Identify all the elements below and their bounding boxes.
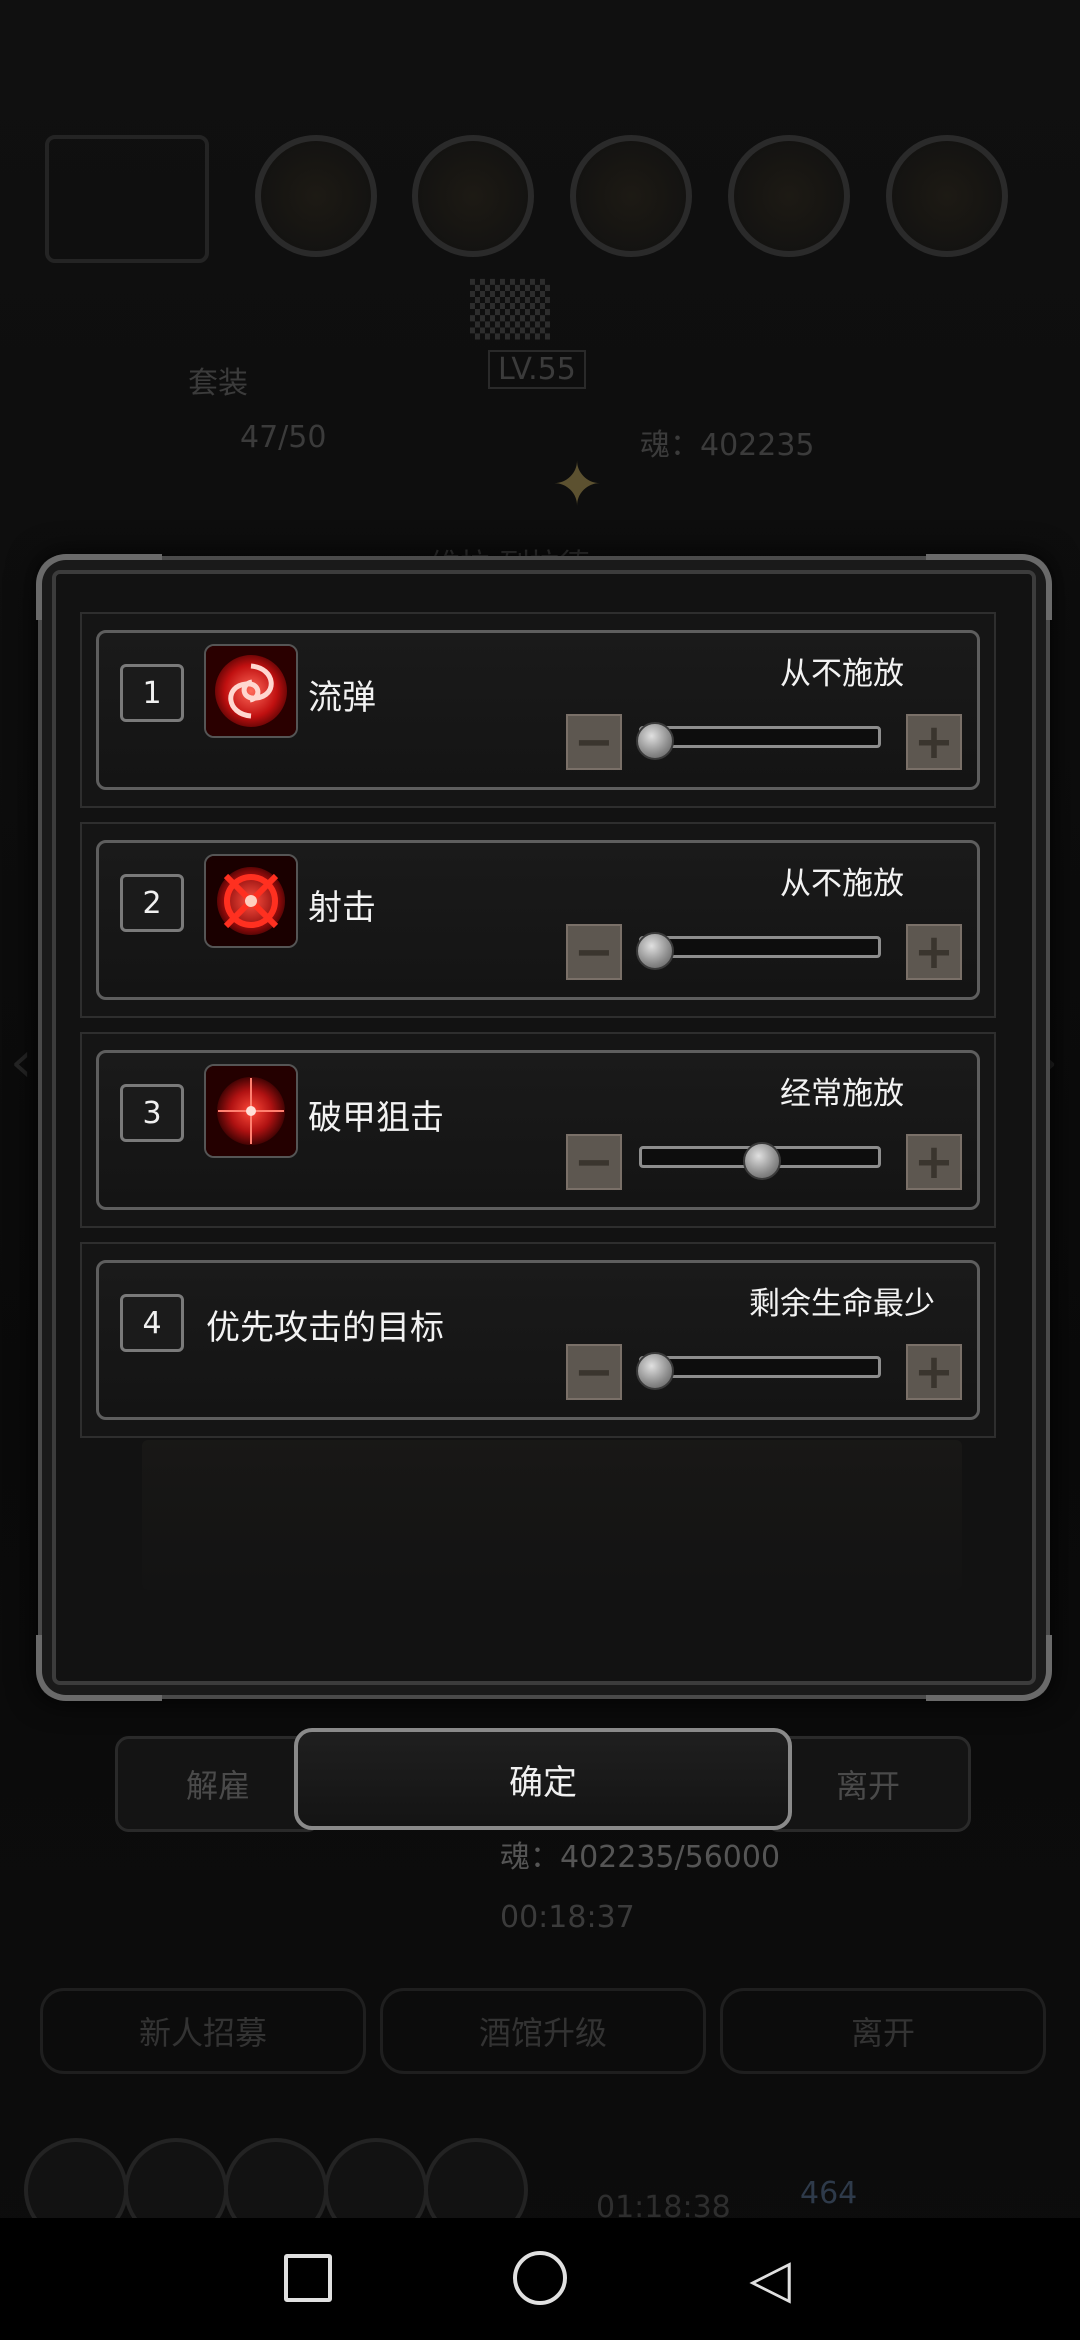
skill-index: 4 (120, 1294, 184, 1352)
bg-soul-line: 魂：402235/56000 (500, 1840, 781, 1875)
frame-corner (36, 1635, 162, 1701)
slider-thumb[interactable] (636, 722, 674, 760)
dismiss-button: 解雇 (115, 1736, 321, 1832)
frame-corner (926, 554, 1052, 620)
equipment-slot-icon (570, 135, 692, 257)
target-priority-row: 4 优先攻击的目标 剩余生命最少 − + (80, 1242, 996, 1438)
decrease-button[interactable]: − (566, 1344, 622, 1400)
target-priority-label: 优先攻击的目标 (206, 1308, 444, 1348)
back-triangle-icon: ◁ (749, 2246, 791, 2310)
skill-row: 3 破甲狙击 经常施放 − + (80, 1032, 996, 1228)
equipment-slot-icon (412, 135, 534, 257)
skill-row: 2 射击 从不施放 − + (80, 822, 996, 1018)
equipment-slot-icon (255, 135, 377, 257)
home-button[interactable] (510, 2248, 570, 2308)
emblem-icon: ✦ (551, 450, 603, 520)
decrease-button[interactable]: − (566, 1134, 622, 1190)
frequency-label: 从不施放 (780, 866, 904, 902)
portrait-frame (45, 135, 209, 263)
left-arrow-icon: ‹ (10, 1030, 33, 1095)
equipment-slot-icon (728, 135, 850, 257)
decrease-button[interactable]: − (566, 714, 622, 770)
swirl-skill-icon (204, 644, 298, 738)
square-icon (284, 2254, 332, 2302)
slider-thumb[interactable] (636, 932, 674, 970)
leave-button: 离开 (765, 1736, 971, 1832)
confirm-label: 确定 (509, 1762, 577, 1803)
empty-panel (142, 1440, 962, 1590)
frequency-label: 经常施放 (780, 1076, 904, 1112)
bg-gem-count: 464 (800, 2176, 858, 2211)
frame-corner (926, 1635, 1052, 1701)
bg-title: ▒▒ (470, 280, 550, 340)
crosshair-skill-icon (204, 854, 298, 948)
frequency-label: 从不施放 (780, 656, 904, 692)
target-skill-icon (204, 1064, 298, 1158)
circle-icon (513, 2251, 567, 2305)
bg-level: LV.55 (488, 350, 586, 389)
frequency-slider[interactable] (639, 726, 881, 748)
equipment-slot-icon (886, 135, 1008, 257)
frequency-slider[interactable] (639, 936, 881, 958)
decrease-button[interactable]: − (566, 924, 622, 980)
skill-row: 1 流弹 从不施放 − + (80, 612, 996, 808)
bg-tab-recruit: 新人招募 (40, 1988, 366, 2074)
confirm-button[interactable]: 确定 (294, 1728, 792, 1830)
system-nav-bar: ◁ (0, 2218, 1080, 2340)
bg-capacity: 47/50 (240, 420, 327, 455)
increase-button[interactable]: + (906, 1134, 962, 1190)
bg-tab: 套装 (188, 366, 248, 401)
increase-button[interactable]: + (906, 924, 962, 980)
skill-index: 1 (120, 664, 184, 722)
increase-button[interactable]: + (906, 714, 962, 770)
bg-soul-top: 魂：402235 (640, 428, 815, 463)
bg-timer: 00:18:37 (500, 1900, 635, 1935)
skill-name: 射击 (308, 888, 376, 928)
skill-name: 破甲狙击 (308, 1098, 444, 1138)
slider-thumb[interactable] (743, 1142, 781, 1180)
skill-name: 流弹 (308, 678, 376, 718)
slider-thumb[interactable] (636, 1352, 674, 1390)
recent-apps-button[interactable] (278, 2248, 338, 2308)
priority-slider[interactable] (639, 1356, 881, 1378)
back-button[interactable]: ◁ (740, 2246, 800, 2310)
bg-tab-upgrade: 酒馆升级 (380, 1988, 706, 2074)
frame-corner (36, 554, 162, 620)
increase-button[interactable]: + (906, 1344, 962, 1400)
skill-index: 3 (120, 1084, 184, 1142)
bg-tab-leave: 离开 (720, 1988, 1046, 2074)
skill-index: 2 (120, 874, 184, 932)
target-priority-value: 剩余生命最少 (749, 1286, 935, 1322)
